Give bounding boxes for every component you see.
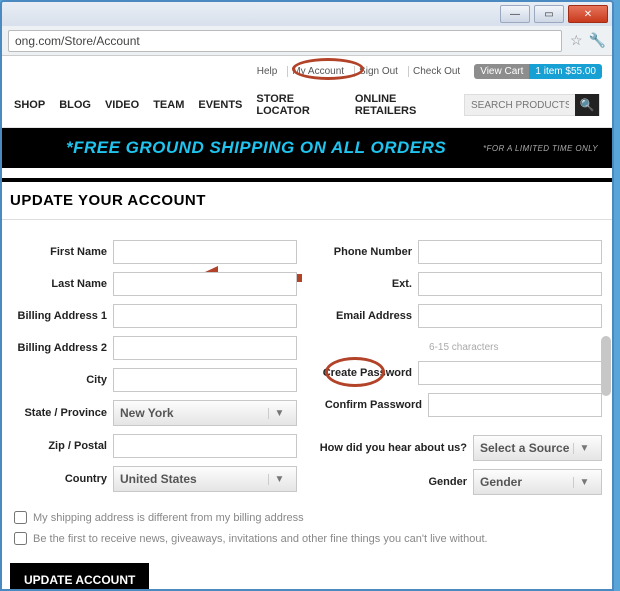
nav-online-retailers[interactable]: ONLINE RETAILERS [355,93,450,117]
chevron-down-icon: ▼ [573,443,595,454]
create-password-input[interactable] [418,361,602,385]
form-col-right: Phone Number Ext. Email Address 6-15 cha… [317,240,602,495]
label-billing1: Billing Address 1 [12,310,107,322]
utility-nav: Help My Account Sign Out Check Out View … [2,56,612,85]
state-select-value: New York [120,406,174,420]
billing1-input[interactable] [113,304,297,328]
search-input[interactable] [465,100,575,111]
banner-message: *FREE GROUND SHIPPING ON ALL ORDERS [16,138,483,158]
city-input[interactable] [113,368,297,392]
url-text: ong.com/Store/Account [15,34,140,48]
browser-address-bar: ong.com/Store/Account ☆ 🔧 [2,26,612,56]
help-link[interactable]: Help [253,66,282,77]
nav-shop[interactable]: SHOP [14,99,45,111]
newsletter-checkbox[interactable] [14,532,27,545]
form-col-left: First Name Last Name Billing Address 1 B… [12,240,297,495]
gender-select[interactable]: Gender ▼ [473,469,602,495]
newsletter-label: Be the first to receive news, giveaways,… [33,533,488,545]
source-select[interactable]: Select a Source ▼ [473,435,602,461]
banner-sub: *FOR A LIMITED TIME ONLY [483,144,598,153]
email-input[interactable] [418,304,602,328]
window-minimize-button[interactable]: — [500,5,530,23]
shipping-diff-checkbox[interactable] [14,511,27,524]
shipping-diff-row: My shipping address is different from my… [2,507,612,528]
newsletter-row: Be the first to receive news, giveaways,… [2,528,612,549]
ext-input[interactable] [418,272,602,296]
my-account-link[interactable]: My Account [287,66,348,77]
label-zip: Zip / Postal [12,440,107,452]
label-state: State / Province [12,407,107,419]
label-country: Country [12,473,107,485]
label-ext: Ext. [317,278,412,290]
window-title-bar: — ▭ ✕ [2,2,612,26]
gender-select-value: Gender [480,475,522,489]
nav-blog[interactable]: BLOG [59,99,91,111]
check-out-link[interactable]: Check Out [408,66,464,77]
confirm-password-input[interactable] [428,393,602,417]
shipping-diff-label: My shipping address is different from my… [33,512,304,524]
label-email: Email Address [317,310,412,322]
page-title-section: UPDATE YOUR ACCOUNT [2,178,612,220]
phone-input[interactable] [418,240,602,264]
window-close-button[interactable]: ✕ [568,5,608,23]
chevron-down-icon: ▼ [573,477,595,488]
update-account-button[interactable]: UPDATE ACCOUNT [10,563,149,589]
zip-input[interactable] [113,434,297,458]
nav-events[interactable]: EVENTS [198,99,242,111]
label-phone: Phone Number [317,246,412,258]
label-create-password: Create Password [317,367,412,379]
label-last-name: Last Name [12,278,107,290]
wrench-icon[interactable]: 🔧 [589,32,606,49]
cart-summary: 1 item $55.00 [529,64,602,79]
label-first-name: First Name [12,246,107,258]
page-title: UPDATE YOUR ACCOUNT [2,182,612,220]
last-name-input[interactable] [113,272,297,296]
label-hear-about: How did you hear about us? [317,442,467,454]
search-box: 🔍 [464,94,600,116]
label-confirm-password: Confirm Password [317,399,422,411]
promo-banner: *FREE GROUND SHIPPING ON ALL ORDERS *FOR… [2,128,612,168]
label-gender: Gender [317,476,467,488]
label-billing2: Billing Address 2 [12,342,107,354]
billing2-input[interactable] [113,336,297,360]
main-nav: SHOP BLOG VIDEO TEAM EVENTS STORE LOCATO… [2,85,612,128]
state-select[interactable]: New York ▼ [113,400,297,426]
cart-pill[interactable]: View Cart 1 item $55.00 [474,64,602,79]
country-select-value: United States [120,472,197,486]
chevron-down-icon: ▼ [268,408,290,419]
browser-window: — ▭ ✕ ong.com/Store/Account ☆ 🔧 Help My … [0,0,614,591]
nav-store-locator[interactable]: STORE LOCATOR [256,93,340,117]
sign-out-link[interactable]: Sign Out [354,66,402,77]
password-hint: 6-15 characters [317,342,602,353]
search-button[interactable]: 🔍 [575,94,599,116]
first-name-input[interactable] [113,240,297,264]
search-icon: 🔍 [580,98,595,112]
scrollbar-thumb[interactable] [601,336,611,396]
country-select[interactable]: United States ▼ [113,466,297,492]
account-form: First Name Last Name Billing Address 1 B… [2,220,612,507]
chevron-down-icon: ▼ [268,474,290,485]
nav-team[interactable]: TEAM [153,99,184,111]
view-cart-label: View Cart [474,64,529,79]
label-city: City [12,374,107,386]
bookmark-star-icon[interactable]: ☆ [570,32,583,49]
page-content: Help My Account Sign Out Check Out View … [2,56,612,589]
source-select-value: Select a Source [480,441,569,455]
nav-video[interactable]: VIDEO [105,99,139,111]
url-field[interactable]: ong.com/Store/Account [8,30,562,52]
window-maximize-button[interactable]: ▭ [534,5,564,23]
